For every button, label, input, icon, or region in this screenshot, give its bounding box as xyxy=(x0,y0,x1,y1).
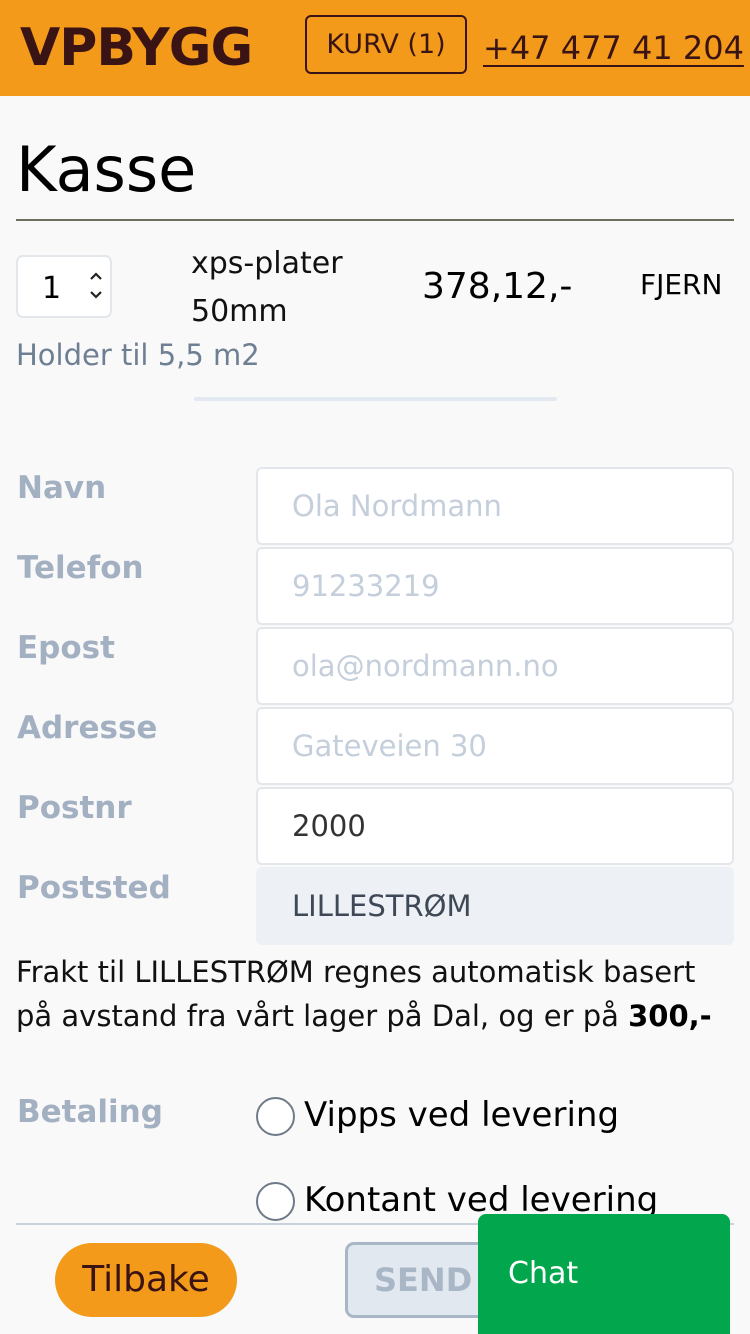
name-field[interactable] xyxy=(256,467,734,545)
chat-label[interactable]: Chat xyxy=(508,1256,578,1291)
site-header: VPBYGG KURV (1) +47 477 41 204 xyxy=(0,0,750,96)
quantity-value[interactable]: 1 xyxy=(42,271,61,306)
radio-button[interactable] xyxy=(256,1182,295,1221)
postnr-label: Postnr xyxy=(17,790,132,826)
phone-label: Telefon xyxy=(17,550,144,586)
back-button[interactable]: Tilbake xyxy=(55,1243,237,1317)
chat-widget-button[interactable]: Chat xyxy=(478,1214,730,1334)
email-field[interactable] xyxy=(256,627,734,705)
product-name: xps-plater 50mm xyxy=(191,246,343,329)
freight-info: Frakt til LILLESTRØM regnes automatisk b… xyxy=(16,950,736,1038)
cart-button[interactable]: KURV (1) xyxy=(305,15,467,74)
product-coverage-note: Holder til 5,5 m2 xyxy=(16,338,260,372)
address-label: Adresse xyxy=(17,710,158,746)
page-title: Kasse xyxy=(16,133,197,206)
item-divider xyxy=(194,397,557,401)
payment-label: Betaling xyxy=(17,1094,163,1130)
postnr-field[interactable] xyxy=(256,787,734,865)
name-label: Navn xyxy=(17,470,107,506)
chevron-down-icon[interactable] xyxy=(88,288,104,304)
poststed-label: Poststed xyxy=(17,870,171,906)
freight-amount: 300,- xyxy=(628,999,712,1033)
title-divider xyxy=(16,219,734,221)
phone-link[interactable]: +47 477 41 204 xyxy=(483,26,744,70)
product-price: 378,12,- xyxy=(422,266,573,307)
phone-field[interactable] xyxy=(256,547,734,625)
site-logo[interactable]: VPBYGG xyxy=(20,14,253,82)
poststed-field: LILLESTRØM xyxy=(256,867,734,945)
email-label: Epost xyxy=(17,630,115,666)
freight-text: Frakt til LILLESTRØM regnes automatisk b… xyxy=(16,955,696,1033)
quantity-stepper[interactable]: 1 xyxy=(16,255,112,318)
chevron-up-icon[interactable] xyxy=(88,269,104,285)
remove-item-button[interactable]: FJERN xyxy=(640,268,722,301)
payment-option-label[interactable]: Vipps ved levering xyxy=(304,1095,619,1135)
radio-button[interactable] xyxy=(256,1097,295,1136)
address-field[interactable] xyxy=(256,707,734,785)
